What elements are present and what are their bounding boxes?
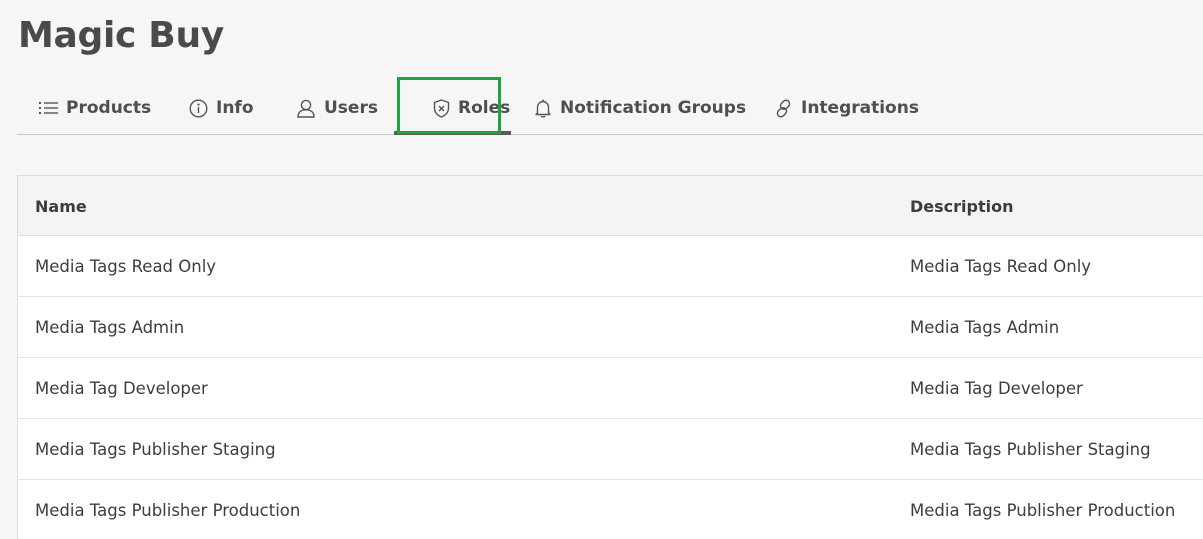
tab-notification-groups[interactable]: Notification Groups bbox=[534, 82, 746, 134]
link-icon bbox=[774, 99, 793, 118]
column-header-name[interactable]: Name bbox=[35, 176, 87, 236]
column-header-description[interactable]: Description bbox=[910, 176, 1013, 236]
role-name: Media Tags Admin bbox=[35, 318, 185, 337]
user-icon bbox=[296, 99, 316, 118]
table-row[interactable]: Media Tags Admin Media Tags Admin bbox=[18, 297, 1203, 358]
tab-info-label: Info bbox=[216, 98, 254, 118]
tab-products[interactable]: Products bbox=[39, 82, 151, 134]
roles-table: Name Description Media Tags Read Only Me… bbox=[17, 175, 1203, 539]
bell-icon bbox=[534, 99, 552, 118]
role-name: Media Tag Developer bbox=[35, 379, 208, 398]
table-header: Name Description bbox=[18, 176, 1203, 236]
role-description: Media Tags Publisher Staging bbox=[910, 440, 1151, 459]
role-description: Media Tags Read Only bbox=[910, 257, 1092, 276]
tab-info[interactable]: Info bbox=[189, 82, 254, 134]
table-row[interactable]: Media Tags Publisher Production Media Ta… bbox=[18, 480, 1203, 539]
table-row[interactable]: Media Tags Read Only Media Tags Read Onl… bbox=[18, 236, 1203, 297]
tab-notification-groups-label: Notification Groups bbox=[560, 98, 747, 118]
role-description: Media Tags Admin bbox=[910, 318, 1060, 337]
role-name: Media Tags Read Only bbox=[35, 257, 217, 276]
info-icon bbox=[189, 98, 208, 118]
role-name: Media Tags Publisher Production bbox=[35, 501, 301, 520]
role-description: Media Tags Publisher Production bbox=[910, 501, 1176, 520]
tab-integrations[interactable]: Integrations bbox=[774, 82, 919, 134]
role-name: Media Tags Publisher Staging bbox=[35, 440, 276, 459]
table-row[interactable]: Media Tags Publisher Staging Media Tags … bbox=[18, 419, 1203, 480]
tab-users-label: Users bbox=[324, 98, 378, 118]
tab-integrations-label: Integrations bbox=[801, 98, 919, 118]
role-description: Media Tag Developer bbox=[910, 379, 1083, 398]
tab-roles-highlight bbox=[397, 77, 501, 134]
tab-products-label: Products bbox=[66, 98, 152, 118]
page-title: Magic Buy bbox=[18, 15, 224, 56]
page: Magic Buy Products Info Users Roles Noti… bbox=[0, 0, 1203, 539]
tab-bar: Products Info Users Roles Notification G… bbox=[17, 82, 1203, 135]
list-icon bbox=[39, 101, 58, 115]
tab-users[interactable]: Users bbox=[296, 82, 378, 134]
table-row[interactable]: Media Tag Developer Media Tag Developer bbox=[18, 358, 1203, 419]
